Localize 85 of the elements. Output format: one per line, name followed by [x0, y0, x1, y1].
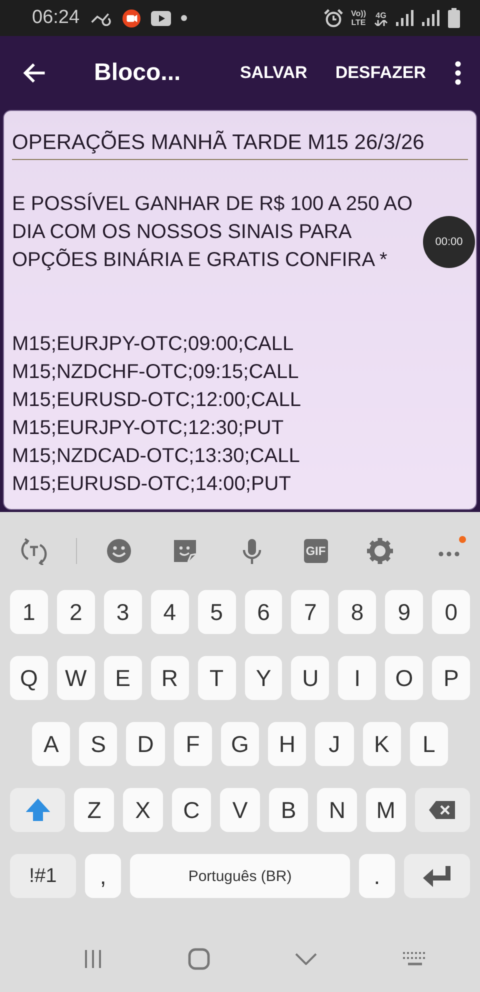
network-label: 4G	[376, 10, 386, 20]
battery-icon	[448, 8, 460, 28]
key[interactable]: X	[123, 788, 163, 832]
volte-label: Vo))	[351, 9, 366, 18]
key[interactable]: P	[432, 656, 470, 700]
key[interactable]: G	[220, 722, 260, 766]
key[interactable]: R	[150, 656, 189, 700]
note-editor[interactable]	[3, 110, 477, 510]
note-title: OPERAÇÕES MANHÃ TARDE M15 26/3/26	[12, 131, 468, 160]
note-line: M15;EURJPY-OTC;09:00;CALL	[12, 332, 294, 357]
key[interactable]: 6	[244, 590, 282, 634]
note-line: OPÇÕES BINÁRIA E GRATIS CONFIRA *	[12, 248, 388, 273]
recent-apps-icon[interactable]	[82, 949, 102, 969]
key[interactable]: 1	[10, 590, 48, 634]
backspace-key[interactable]	[414, 788, 470, 832]
key[interactable]: J	[315, 722, 354, 766]
gif-button[interactable]: GIF	[304, 539, 328, 563]
translate-icon	[20, 537, 48, 565]
enter-icon	[422, 865, 452, 887]
key[interactable]: 3	[104, 590, 142, 634]
key[interactable]: F	[174, 722, 212, 766]
note-line: M15;EURUSD-OTC;12:00;CALL	[12, 388, 301, 413]
status-time: 06:24	[32, 7, 80, 29]
key[interactable]: 4	[150, 590, 189, 634]
key[interactable]: T	[198, 656, 236, 700]
app-title: Bloco...	[94, 59, 181, 87]
note-line: M15;NZDCAD-OTC;13:30;CALL	[12, 444, 300, 469]
key[interactable]: ,	[84, 854, 122, 898]
key[interactable]: Y	[244, 656, 282, 700]
dot-icon	[180, 15, 187, 21]
note-line: M15;EURJPY-OTC;12:30;PUT	[12, 416, 284, 441]
key[interactable]: D	[126, 722, 165, 766]
key[interactable]: I	[338, 656, 376, 700]
action-button[interactable]: DESFAZER	[325, 55, 436, 91]
key[interactable]: E	[104, 656, 142, 700]
key[interactable]: N	[317, 788, 357, 832]
alarm-icon	[324, 8, 344, 28]
space-key[interactable]: Português (BR)	[130, 854, 350, 898]
key[interactable]: 2	[56, 590, 95, 634]
more-vertical-icon	[455, 61, 461, 85]
key[interactable]: Q	[10, 656, 48, 700]
note-line: DIA COM OS NOSSOS SINAIS PARA	[12, 220, 352, 245]
key[interactable]: 0	[432, 590, 470, 634]
home-icon[interactable]	[188, 948, 210, 970]
key[interactable]: H	[268, 722, 306, 766]
action-button[interactable]: SALVAR	[230, 55, 318, 91]
backspace-icon	[428, 800, 456, 820]
key[interactable]: 8	[338, 590, 376, 634]
note-line: E POSSÍVEL GANHAR DE R$ 100 A 250 AO	[12, 192, 413, 217]
emoji-button[interactable]	[105, 537, 134, 565]
key[interactable]: Z	[74, 788, 114, 832]
shift-arrow-icon	[26, 798, 50, 822]
key[interactable]: W	[56, 656, 95, 700]
key[interactable]: B	[268, 788, 308, 832]
key[interactable]: M	[366, 788, 406, 832]
keyboard-icon[interactable]	[402, 951, 428, 967]
volte-label: LTE	[351, 18, 366, 27]
enter-key[interactable]	[404, 854, 470, 898]
settings-button[interactable]	[366, 537, 394, 565]
key[interactable]: K	[362, 722, 401, 766]
key[interactable]: S	[79, 722, 118, 766]
key[interactable]: L	[410, 722, 448, 766]
note-line: M15;NZDCHF-OTC;09:15;CALL	[12, 360, 299, 385]
key[interactable]: C	[172, 788, 212, 832]
play-icon	[150, 10, 171, 26]
emoji-icon	[105, 537, 134, 565]
note-line: M15;EURUSD-OTC;14:00;PUT	[12, 472, 291, 497]
key[interactable]: 5	[198, 590, 236, 634]
symbols-key[interactable]: !#1	[10, 854, 76, 898]
more-horizontal-icon	[438, 551, 460, 557]
key[interactable]: O	[385, 656, 424, 700]
key[interactable]: .	[358, 854, 396, 898]
settings-icon	[366, 537, 394, 565]
key[interactable]: A	[32, 722, 70, 766]
record-icon	[122, 8, 141, 28]
key[interactable]: 9	[385, 590, 424, 634]
signal-icon	[422, 10, 440, 26]
key[interactable]: U	[291, 656, 330, 700]
translate-button[interactable]	[20, 537, 48, 565]
shift-key[interactable]	[10, 788, 66, 832]
signal-icon	[396, 10, 414, 26]
key[interactable]: V	[220, 788, 260, 832]
key[interactable]: 7	[291, 590, 330, 634]
chevron-down-icon[interactable]	[294, 953, 316, 965]
data-arrows-icon	[374, 20, 388, 26]
